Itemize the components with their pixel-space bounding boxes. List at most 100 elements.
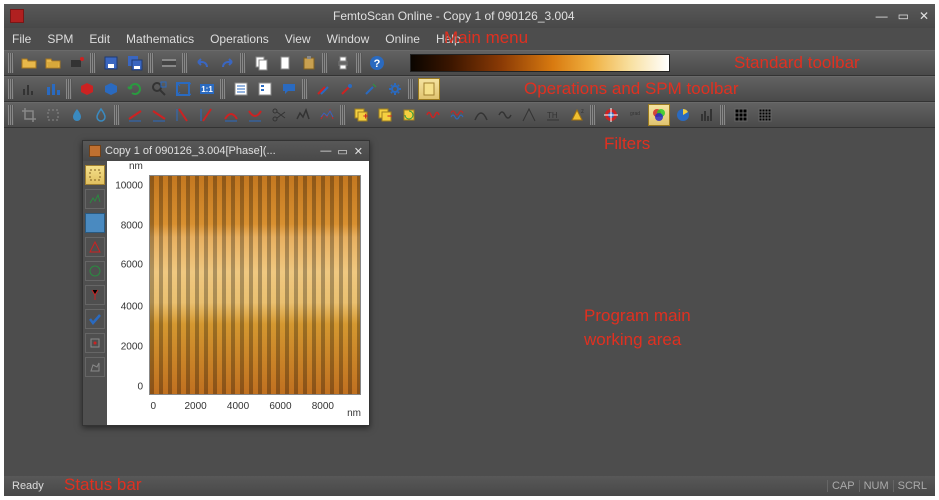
toolbar-grip[interactable] [356, 53, 362, 73]
grid2-icon[interactable] [754, 104, 776, 126]
toolbar-grip[interactable] [8, 53, 14, 73]
child-maximize-button[interactable]: ▭ [337, 145, 347, 158]
level-y1-icon[interactable] [172, 104, 194, 126]
target-icon[interactable] [600, 104, 622, 126]
menu-edit[interactable]: Edit [89, 32, 110, 46]
crop-icon[interactable] [18, 104, 40, 126]
bars2-icon[interactable] [696, 104, 718, 126]
wave-red-icon[interactable] [422, 104, 444, 126]
tool-triangle-icon[interactable] [85, 237, 105, 257]
toolbar-grip[interactable] [220, 79, 226, 99]
copy-page-button[interactable] [274, 52, 296, 74]
child-title-bar[interactable]: Copy 1 of 090126_3.004[Phase](... — ▭ ✕ [83, 141, 369, 161]
angle-icon[interactable] [518, 104, 540, 126]
menu-online[interactable]: Online [385, 32, 420, 46]
toolbar-grip[interactable] [8, 105, 14, 125]
toolbar-grip[interactable] [590, 105, 596, 125]
tool-marker-icon[interactable] [85, 333, 105, 353]
paste-button[interactable] [298, 52, 320, 74]
tool-check-icon[interactable] [85, 309, 105, 329]
level-x2-icon[interactable] [148, 104, 170, 126]
toolbar-grip[interactable] [148, 53, 154, 73]
probe2-icon[interactable] [336, 78, 358, 100]
zoom-region-icon[interactable] [148, 78, 170, 100]
print-button[interactable] [332, 52, 354, 74]
fit-window-icon[interactable] [172, 78, 194, 100]
scan-image[interactable] [149, 175, 361, 395]
wave-multi-icon[interactable] [446, 104, 468, 126]
th-icon[interactable]: TH [542, 104, 564, 126]
tool-blue-icon[interactable] [85, 213, 105, 233]
toolbar-grip[interactable] [8, 79, 14, 99]
toolbar-grip[interactable] [322, 53, 328, 73]
save-all-button[interactable] [124, 52, 146, 74]
toolbar-grip[interactable] [240, 53, 246, 73]
cube-red-icon[interactable] [76, 78, 98, 100]
probe3-icon[interactable] [360, 78, 382, 100]
layer-add-icon[interactable]: + [350, 104, 372, 126]
one-to-one-icon[interactable]: 1:1 [196, 78, 218, 100]
tool-fork-icon[interactable] [85, 285, 105, 305]
tool-graph-icon[interactable] [85, 189, 105, 209]
triangle-z-icon[interactable]: z [566, 104, 588, 126]
scan-plot[interactable]: nm 10000 8000 6000 4000 2000 0 0 2000 40… [107, 161, 369, 425]
profile-multi-icon[interactable] [316, 104, 338, 126]
toolbar-grip[interactable] [66, 79, 72, 99]
toolbar-grip[interactable] [340, 105, 346, 125]
histogram-icon[interactable] [18, 78, 40, 100]
color-scale[interactable] [410, 54, 670, 72]
cube-blue-icon[interactable] [100, 78, 122, 100]
select-icon[interactable] [42, 104, 64, 126]
layer-rot-icon[interactable] [398, 104, 420, 126]
level-c2-icon[interactable] [244, 104, 266, 126]
profile-icon[interactable] [292, 104, 314, 126]
menu-file[interactable]: File [12, 32, 31, 46]
chat-icon[interactable] [278, 78, 300, 100]
toolbar-grip[interactable] [182, 53, 188, 73]
tool-poly-icon[interactable] [85, 357, 105, 377]
open-recent-button[interactable] [42, 52, 64, 74]
level-x1-icon[interactable] [124, 104, 146, 126]
menu-view[interactable]: View [285, 32, 311, 46]
movie-button[interactable] [158, 52, 180, 74]
probe1-icon[interactable] [312, 78, 334, 100]
menu-window[interactable]: Window [327, 32, 370, 46]
maximize-button[interactable]: ▭ [898, 9, 909, 23]
child-close-button[interactable]: ✕ [354, 145, 363, 158]
drop-outline-icon[interactable] [90, 104, 112, 126]
image-child-window[interactable]: Copy 1 of 090126_3.004[Phase](... — ▭ ✕ [82, 140, 370, 426]
toolbar-grip[interactable] [302, 79, 308, 99]
form-icon[interactable] [254, 78, 276, 100]
close-button[interactable]: ✕ [919, 9, 929, 23]
toolbar-grip[interactable] [90, 53, 96, 73]
menu-mathematics[interactable]: Mathematics [126, 32, 194, 46]
child-minimize-button[interactable]: — [320, 145, 331, 157]
toolbar-grip[interactable] [408, 79, 414, 99]
menu-operations[interactable]: Operations [210, 32, 269, 46]
record-button[interactable] [66, 52, 88, 74]
curve2-icon[interactable] [494, 104, 516, 126]
toolbar-grip[interactable] [114, 105, 120, 125]
save-button[interactable] [100, 52, 122, 74]
drop-icon[interactable] [66, 104, 88, 126]
grid-icon[interactable] [730, 104, 752, 126]
toolbar-grip[interactable] [720, 105, 726, 125]
pie-icon[interactable] [672, 104, 694, 126]
curve1-icon[interactable] [470, 104, 492, 126]
menu-help[interactable]: Help [436, 32, 461, 46]
undo-button[interactable] [192, 52, 214, 74]
tool-circle-icon[interactable] [85, 261, 105, 281]
rgb-circle-icon[interactable] [648, 104, 670, 126]
layer-sub-icon[interactable]: − [374, 104, 396, 126]
minimize-button[interactable]: — [876, 9, 888, 23]
redo-button[interactable] [216, 52, 238, 74]
help-button[interactable]: ? [366, 52, 388, 74]
bars-icon[interactable] [42, 78, 64, 100]
level-y2-icon[interactable] [196, 104, 218, 126]
grad-icon[interactable]: grad [624, 104, 646, 126]
gear-icon[interactable] [384, 78, 406, 100]
menu-spm[interactable]: SPM [47, 32, 73, 46]
note-icon[interactable] [418, 78, 440, 100]
refresh-icon[interactable] [124, 78, 146, 100]
scissors-icon[interactable] [268, 104, 290, 126]
